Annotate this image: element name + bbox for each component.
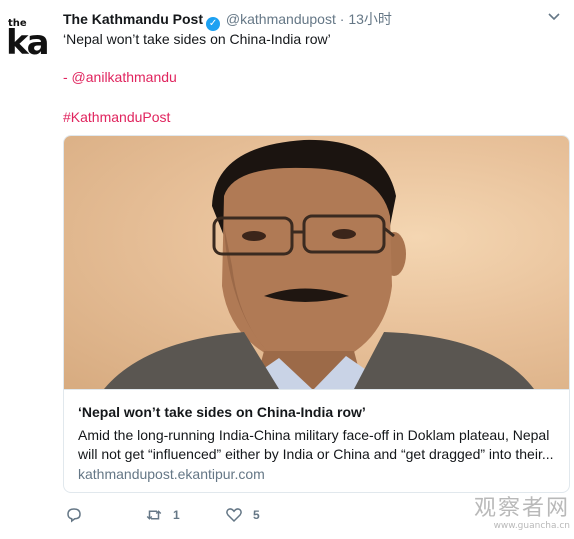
- card-description: Amid the long-running India-China milita…: [78, 426, 558, 464]
- reply-button[interactable]: [65, 506, 93, 524]
- tweet-header: The Kathmandu Post ✓ @kathmandupost · 13小…: [63, 9, 392, 31]
- card-domain: kathmandupost.ekantipur.com: [78, 466, 265, 482]
- tweet: the ka The Kathmandu Post ✓ @kathmandupos…: [0, 0, 574, 539]
- card-title: ‘Nepal won’t take sides on China-India r…: [78, 404, 366, 420]
- reply-icon: [67, 508, 81, 523]
- retweet-count: 1: [173, 508, 180, 522]
- card-body: ‘Nepal won’t take sides on China-India r…: [64, 389, 569, 492]
- like-button[interactable]: 5: [225, 506, 260, 524]
- retweet-icon: [146, 510, 162, 520]
- link-card[interactable]: ‘Nepal won’t take sides on China-India r…: [63, 135, 570, 493]
- verified-badge-icon: ✓: [206, 17, 221, 31]
- card-photo: [64, 136, 569, 389]
- retweet-button[interactable]: 1: [145, 506, 180, 524]
- hashtag-link[interactable]: #KathmanduPost: [63, 108, 170, 126]
- watermark-url: www.guancha.cn: [493, 521, 570, 531]
- account-name[interactable]: The Kathmandu Post: [63, 11, 203, 27]
- tweet-timestamp[interactable]: 13小时: [348, 11, 392, 27]
- card-description-line: will not get “influenced” either by Indi…: [78, 446, 554, 462]
- like-count: 5: [253, 508, 260, 522]
- heart-icon: [226, 508, 242, 523]
- chevron-down-icon[interactable]: [548, 10, 560, 24]
- avatar-logo-text: ka: [6, 23, 50, 63]
- account-handle[interactable]: @kathmandupost: [226, 11, 336, 27]
- mention-link[interactable]: - @anilkathmandu: [63, 68, 177, 86]
- separator-dot: ·: [339, 11, 345, 27]
- watermark-text: 观察者网: [473, 496, 570, 521]
- card-description-line: Amid the long-running India-China milita…: [78, 427, 550, 443]
- avatar[interactable]: the ka: [6, 14, 54, 63]
- tweet-text: ‘Nepal won’t take sides on China-India r…: [63, 31, 331, 47]
- watermark: 观察者网 www.guancha.cn: [472, 497, 570, 533]
